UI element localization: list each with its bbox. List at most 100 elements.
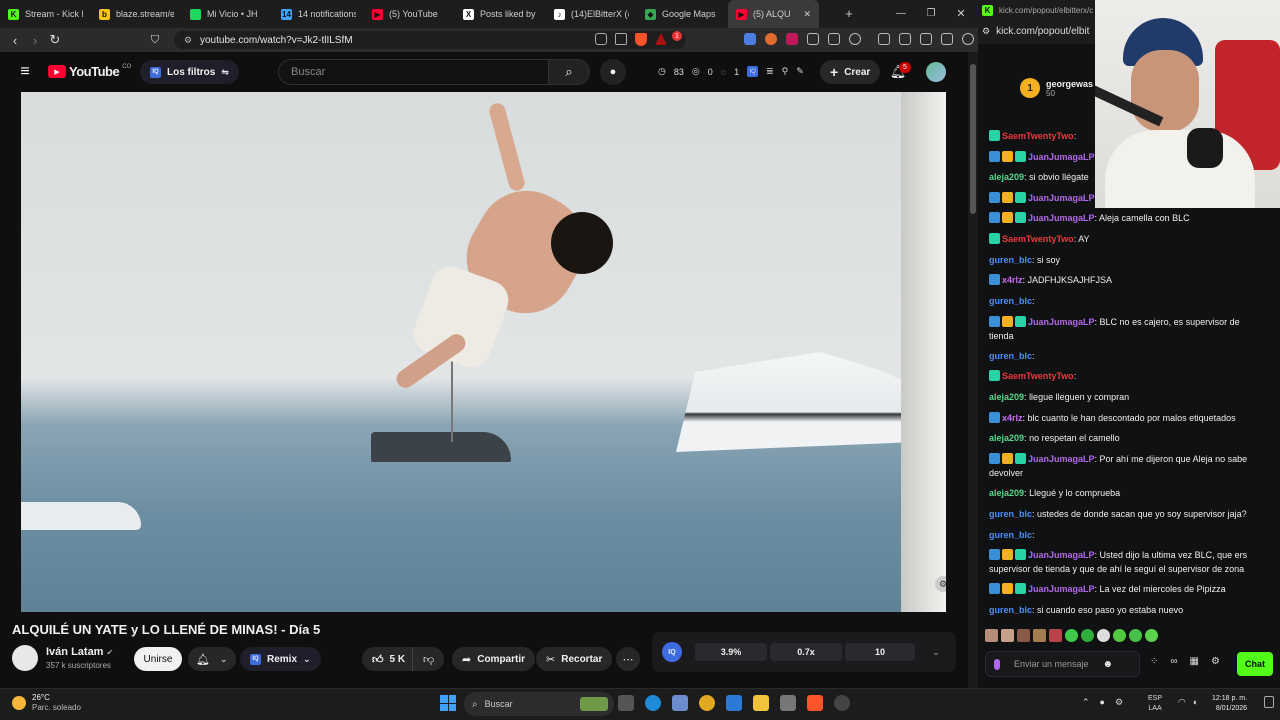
music-icon[interactable]: [878, 33, 890, 45]
browser-tab[interactable]: X Posts liked by El: [455, 0, 546, 28]
dislike-button[interactable]: 👎︎: [412, 647, 445, 671]
chat-username[interactable]: guren_blc: [989, 296, 1032, 306]
chat-username[interactable]: JuanJumagaLP: [1028, 317, 1095, 327]
puzzle-icon[interactable]: [807, 33, 819, 45]
join-button[interactable]: Unirse: [134, 647, 182, 671]
back-icon[interactable]: ‹: [5, 30, 25, 50]
volume-icon[interactable]: ◖: [1192, 697, 1197, 708]
share-button[interactable]: ➦ Compartir: [452, 647, 536, 671]
subscribe-bell-button[interactable]: 🔔︎ ⌄: [188, 647, 236, 671]
chat-username[interactable]: SaemTwentyTwo: [1002, 371, 1074, 381]
browser-tab[interactable]: K Stream - Kick De: [0, 0, 91, 28]
obs-icon[interactable]: [834, 695, 850, 711]
list-icon[interactable]: ≣: [766, 66, 774, 77]
emote-icon[interactable]: [1081, 629, 1094, 642]
chat-username[interactable]: JuanJumagaLP: [1028, 550, 1095, 560]
avatar[interactable]: [926, 62, 946, 82]
chat-username[interactable]: JuanJumagaLP: [1028, 454, 1095, 464]
tray-chevron-icon[interactable]: ⌃: [1082, 697, 1090, 708]
tune-icon[interactable]: ⚙: [982, 26, 990, 37]
start-button[interactable]: [440, 695, 456, 711]
m-extension-icon[interactable]: [786, 33, 798, 45]
remix-button[interactable]: IQ Remix ⌄: [240, 647, 321, 671]
edge-icon[interactable]: [645, 695, 661, 711]
chat-username[interactable]: JuanJumagaLP: [1028, 584, 1095, 594]
browser-tab[interactable]: ▶ (5) ALQU ✕: [728, 0, 819, 28]
reading-list-icon[interactable]: [899, 33, 911, 45]
emoji-icon[interactable]: ☻: [1103, 659, 1114, 670]
camera-icon[interactable]: [780, 695, 796, 711]
player-corner-icon[interactable]: ⚙: [935, 576, 946, 592]
chat-username[interactable]: guren_blc: [989, 509, 1032, 519]
fox-icon[interactable]: [765, 33, 777, 45]
browser-tab[interactable]: ◆ Google Maps: [637, 0, 728, 28]
sidebar-icon[interactable]: [920, 33, 932, 45]
search-icon[interactable]: ⌕: [548, 59, 590, 85]
reload-icon[interactable]: ↻: [45, 30, 65, 50]
more-actions-icon[interactable]: ⋯: [616, 647, 640, 671]
filters-button[interactable]: IQ Los filtros ⇋: [140, 60, 239, 84]
chat-username[interactable]: aleja209: [989, 392, 1024, 402]
task-view-icon[interactable]: [618, 695, 634, 711]
chat-username[interactable]: SaemTwentyTwo: [1002, 131, 1074, 141]
search-box[interactable]: Buscar: [278, 59, 548, 85]
gift-icon[interactable]: ▦: [1190, 656, 1199, 667]
youtube-logo[interactable]: ▶ YouTube CO: [48, 64, 131, 79]
emote-icon[interactable]: [1001, 629, 1014, 642]
clip-button[interactable]: ✂ Recortar: [536, 647, 613, 671]
chat-username[interactable]: JuanJumagaLP: [1028, 193, 1095, 203]
chat-username[interactable]: aleja209: [989, 172, 1024, 182]
share-icon[interactable]: [615, 33, 627, 45]
site-info-icon[interactable]: ⚙: [182, 34, 194, 46]
emote-icon[interactable]: [1017, 629, 1030, 642]
chat-send-button[interactable]: Chat: [1237, 652, 1273, 676]
create-button[interactable]: + Crear: [820, 60, 881, 84]
tray-mic-icon[interactable]: ●: [1100, 697, 1105, 708]
chat-username[interactable]: SaemTwentyTwo: [1002, 234, 1074, 244]
emote-icon[interactable]: [1049, 629, 1062, 642]
browser-tab[interactable]: ♪ (14)ElBitterX (@e: [546, 0, 637, 28]
minimize-button[interactable]: —: [890, 4, 912, 22]
page-scrollbar[interactable]: [968, 52, 978, 688]
emote-icon[interactable]: [1113, 629, 1126, 642]
tray-settings-icon[interactable]: ⚙: [1115, 697, 1123, 708]
hamburger-menu-icon[interactable]: ≡: [15, 62, 35, 82]
chrome-icon[interactable]: [699, 695, 715, 711]
brave-shield-icon[interactable]: [635, 33, 647, 46]
chat-username[interactable]: x4rlz: [1002, 413, 1023, 423]
like-button[interactable]: 👍︎ 5 K: [362, 647, 416, 671]
iq-panel-icon[interactable]: IQ: [662, 642, 682, 662]
brave-rewards-icon[interactable]: [655, 33, 667, 45]
wallet-icon[interactable]: [941, 33, 953, 45]
emote-icon[interactable]: [1097, 629, 1110, 642]
store-icon[interactable]: [672, 695, 688, 711]
emote-icon[interactable]: [1129, 629, 1142, 642]
channel-avatar[interactable]: [12, 645, 38, 671]
scrollbar-thumb[interactable]: [970, 64, 976, 214]
files-icon[interactable]: [753, 695, 769, 711]
chat-username[interactable]: JuanJumagaLP: [1028, 213, 1095, 223]
weather-widget[interactable]: 26°C Parc. soleado: [12, 693, 81, 713]
chat-username[interactable]: guren_blc: [989, 530, 1032, 540]
close-tab-icon[interactable]: ✕: [803, 9, 811, 20]
close-window-button[interactable]: ✕: [950, 4, 972, 22]
chat-username[interactable]: guren_blc: [989, 255, 1032, 265]
mic-icon[interactable]: ●: [600, 59, 626, 85]
emote-icon[interactable]: [1033, 629, 1046, 642]
maximize-button[interactable]: ❐: [920, 4, 942, 22]
browser-tab[interactable]: b blaze.stream/elb: [91, 0, 182, 28]
chat-username[interactable]: aleja209: [989, 488, 1024, 498]
screenshot-icon[interactable]: [828, 33, 840, 45]
chat-input[interactable]: Enviar un mensaje ☻: [985, 651, 1140, 677]
mail-icon[interactable]: [726, 695, 742, 711]
chat-username[interactable]: x4rlz: [1002, 275, 1023, 285]
language-indicator[interactable]: ESP LAA: [1148, 694, 1162, 714]
emote-icon[interactable]: [1065, 629, 1078, 642]
settings-dots-icon[interactable]: ⁘: [1150, 656, 1158, 667]
forward-icon[interactable]: ›: [25, 30, 45, 50]
install-icon[interactable]: [595, 33, 607, 45]
browser-tab[interactable]: Mi Vicio • JH: [182, 0, 273, 28]
leo-icon[interactable]: [962, 33, 974, 45]
new-tab-button[interactable]: +: [840, 4, 858, 22]
notification-center-icon[interactable]: [1264, 696, 1274, 708]
